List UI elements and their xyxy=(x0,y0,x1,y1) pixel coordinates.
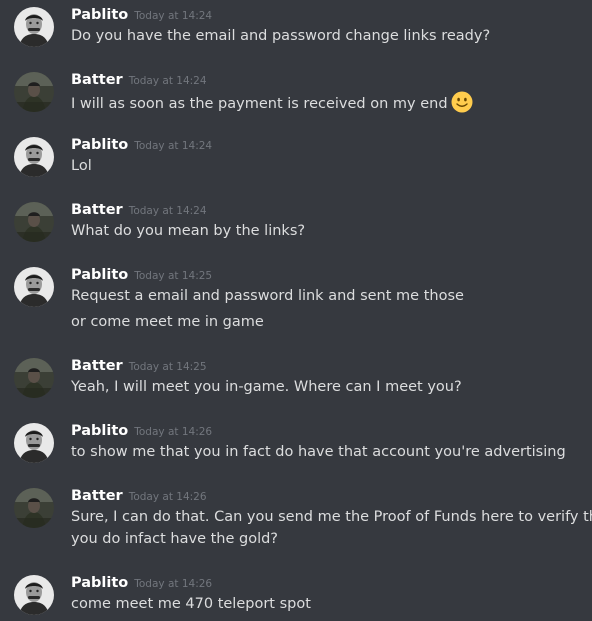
message-timestamp: Today at 14:25 xyxy=(128,361,207,373)
author-name[interactable]: Batter xyxy=(71,72,123,88)
author-name[interactable]: Pablito xyxy=(71,423,128,439)
message-text: Do you have the email and password chang… xyxy=(71,28,491,44)
message-timestamp: Today at 14:26 xyxy=(134,578,213,590)
author-name[interactable]: Pablito xyxy=(71,137,128,153)
message-timestamp: Today at 14:25 xyxy=(134,270,213,282)
pablito-avatar[interactable] xyxy=(14,423,54,463)
message-text: come meet me 470 teleport spot xyxy=(71,596,311,612)
batter-avatar[interactable] xyxy=(14,72,54,112)
author-name[interactable]: Pablito xyxy=(71,267,128,283)
message-text-row: I will as soon as the payment is receive… xyxy=(71,91,473,114)
author-name[interactable]: Batter xyxy=(71,488,123,504)
message-text: or come meet me in game xyxy=(71,314,264,330)
message-text: to show me that you in fact do have that… xyxy=(71,444,566,460)
batter-avatar[interactable] xyxy=(14,488,54,528)
message-text: Lol xyxy=(71,158,92,174)
pablito-avatar[interactable] xyxy=(14,7,54,47)
message-timestamp: Today at 14:26 xyxy=(134,426,213,438)
message-timestamp: Today at 14:26 xyxy=(128,491,207,503)
author-name[interactable]: Batter xyxy=(71,202,123,218)
slightly-smiling-face-emoji-icon xyxy=(451,91,473,113)
message-text: you do infact have the gold? xyxy=(71,531,279,547)
author-name[interactable]: Pablito xyxy=(71,575,128,591)
pablito-avatar[interactable] xyxy=(14,137,54,177)
batter-avatar[interactable] xyxy=(14,358,54,398)
message-timestamp: Today at 14:24 xyxy=(134,140,213,152)
message-text: I will as soon as the payment is receive… xyxy=(71,96,448,112)
message-timestamp: Today at 14:24 xyxy=(134,10,213,22)
message-timestamp: Today at 14:24 xyxy=(128,205,207,217)
message-text: Request a email and password link and se… xyxy=(71,288,464,304)
author-name[interactable]: Pablito xyxy=(71,7,128,23)
message-text: What do you mean by the links? xyxy=(71,223,306,239)
chat-messages: Pablito Today at 14:24 Do you have the em… xyxy=(0,0,592,621)
author-name[interactable]: Batter xyxy=(71,358,123,374)
message-timestamp: Today at 14:24 xyxy=(128,75,207,87)
pablito-avatar[interactable] xyxy=(14,575,54,615)
pablito-avatar[interactable] xyxy=(14,267,54,307)
batter-avatar[interactable] xyxy=(14,202,54,242)
message-text: Sure, I can do that. Can you send me the… xyxy=(71,509,592,525)
message-text: Yeah, I will meet you in-game. Where can… xyxy=(71,379,462,395)
